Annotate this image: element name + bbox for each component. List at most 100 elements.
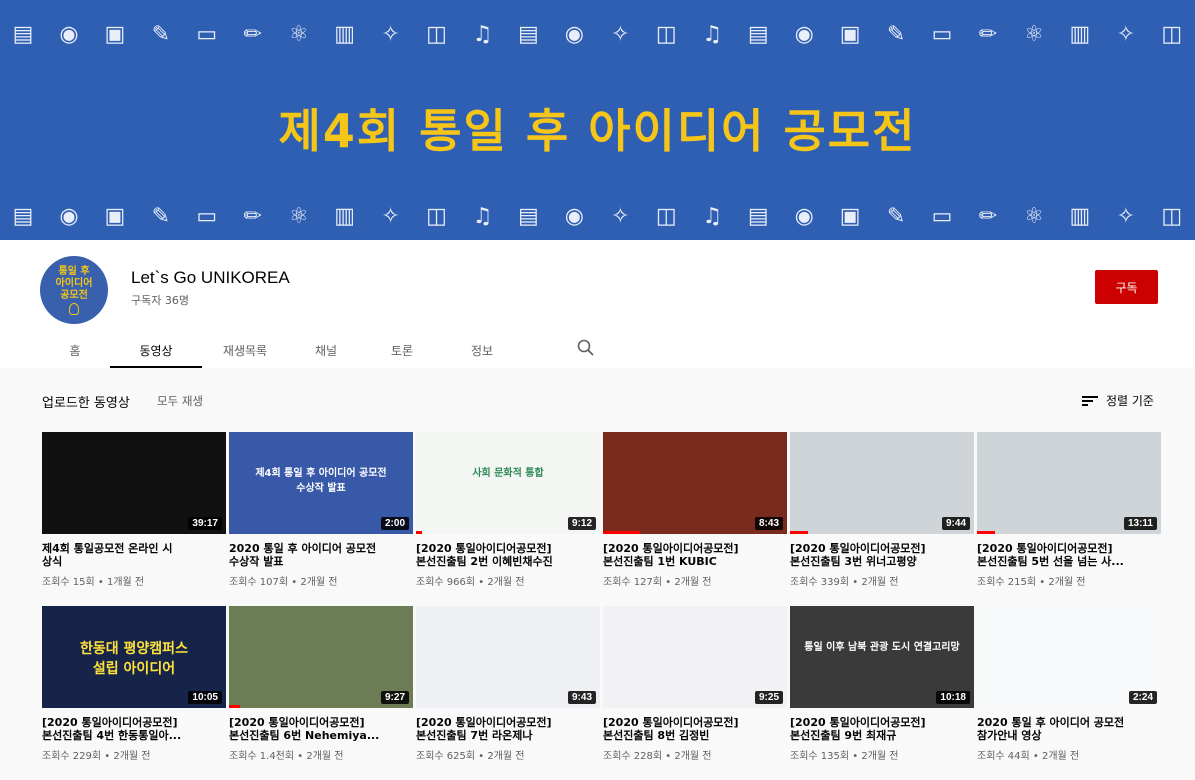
tab-4[interactable]: 토론 bbox=[364, 334, 440, 368]
video-meta: 조회수 15회 • 1개월 전 bbox=[42, 573, 226, 588]
video-title[interactable]: [2020 통일아이디어공모전] 본선진출팀 3번 위너고평양 bbox=[790, 542, 974, 568]
section-title: 업로드한 동영상 bbox=[42, 396, 130, 411]
video-duration: 2:24 bbox=[1128, 691, 1157, 704]
chart-search-icon: ◫ bbox=[426, 21, 447, 47]
pencil-icon: ✏ bbox=[243, 21, 262, 47]
channel-avatar[interactable]: 통일 후 아이디어 공모전 bbox=[40, 256, 108, 324]
video-card[interactable]: 13:11 [2020 통일아이디어공모전] 본선진출팀 5번 선을 넘는 사..… bbox=[977, 432, 1161, 588]
search-icon[interactable] bbox=[576, 338, 596, 358]
tab-0[interactable]: 홈 bbox=[40, 334, 110, 368]
video-thumbnail[interactable]: 사회 문화적 통합 9:12 bbox=[416, 432, 600, 534]
clipboard-icon: ▤ bbox=[12, 203, 34, 229]
video-title[interactable]: [2020 통일아이디어공모전] 본선진출팀 2번 이혜빈채수진 bbox=[416, 542, 600, 568]
lightbulb-icon: ✧ bbox=[1116, 203, 1136, 229]
pencil-icon: ✏ bbox=[243, 203, 262, 229]
watch-progress-bar bbox=[416, 531, 422, 534]
video-thumbnail[interactable]: 제4회 통일 후 아이디어 공모전 수상작 발표 2:00 bbox=[229, 432, 413, 534]
subscribe-button[interactable]: 구독 bbox=[1095, 270, 1158, 304]
banner-icon-row-bottom: ▤ ◉ ▣ ✎ ▭ ✏ ⚛ ▥ ✧ ◫ ♫ ▤ ◉ ✧ ◫ ♫ ▤ ◉ ▣ ✎ ▭ ✏ ⚛ ▥ ✧ ◫ bbox=[0, 196, 1195, 236]
meta-separator: • bbox=[849, 751, 862, 762]
video-card[interactable]: 통일 이후 남북 관광 도시 연결고리망 10:18 [2020 통일아이디어공모전… bbox=[790, 606, 974, 762]
palette-icon: ✎ bbox=[886, 203, 906, 229]
palette-icon: ✎ bbox=[151, 21, 171, 47]
video-duration: 10:18 bbox=[936, 691, 970, 704]
video-thumbnail[interactable]: 9:43 bbox=[416, 606, 600, 708]
subscriber-count: 구독자 36명 bbox=[131, 294, 189, 307]
upload-age: 2개월 전 bbox=[861, 751, 899, 762]
video-card[interactable]: 9:43 [2020 통일아이디어공모전] 본선진출팀 7번 라온제나조회수 62… bbox=[416, 606, 600, 762]
upload-age: 2개월 전 bbox=[487, 577, 525, 588]
video-title[interactable]: 제4회 통일공모전 온라인 시 상식 bbox=[42, 542, 226, 568]
music-icon: ♫ bbox=[702, 21, 723, 47]
music-icon: ♫ bbox=[472, 21, 493, 47]
video-card[interactable]: 제4회 통일 후 아이디어 공모전 수상작 발표 2:00 2020 통일 후 아이… bbox=[229, 432, 413, 588]
clipboard-icon: ▤ bbox=[518, 203, 539, 229]
video-thumbnail[interactable]: 39:17 bbox=[42, 432, 226, 534]
video-card[interactable]: 사회 문화적 통합 9:12 [2020 통일아이디어공모전] 본선진출팀 2번 이… bbox=[416, 432, 600, 588]
tab-5[interactable]: 정보 bbox=[440, 334, 524, 368]
video-thumbnail[interactable]: 9:27 bbox=[229, 606, 413, 708]
presentation-icon: ▭ bbox=[931, 21, 953, 47]
upload-age: 2개월 전 bbox=[487, 751, 525, 762]
tab-1[interactable]: 동영상 bbox=[110, 334, 202, 368]
thumbnail-text: 사회 문화적 통합 bbox=[472, 468, 544, 479]
clapper-icon: ▣ bbox=[104, 21, 126, 47]
atom-icon: ⚛ bbox=[288, 21, 309, 47]
meta-separator: • bbox=[475, 577, 488, 588]
video-card[interactable]: 9:44 [2020 통일아이디어공모전] 본선진출팀 3번 위너고평양 조회수 3… bbox=[790, 432, 974, 588]
video-thumbnail[interactable]: 13:11 bbox=[977, 432, 1161, 534]
meta-separator: • bbox=[1029, 751, 1042, 762]
video-title[interactable]: [2020 통일아이디어공모전] 본선진출팀 1번 KUBIC bbox=[603, 542, 787, 568]
video-card[interactable]: 9:27 [2020 통일아이디어공모전] 본선진출팀 6번 Nehemiya..… bbox=[229, 606, 413, 762]
upload-age: 2개월 전 bbox=[674, 577, 712, 588]
palette-icon: ✎ bbox=[886, 21, 906, 47]
video-meta: 조회수 966회 • 2개월 전 bbox=[416, 573, 600, 588]
video-title[interactable]: [2020 통일아이디어공모전] 본선진출팀 8번 김정빈 bbox=[603, 716, 787, 742]
watch-progress-bar bbox=[977, 531, 996, 534]
video-duration: 2:00 bbox=[380, 517, 409, 530]
video-title[interactable]: [2020 통일아이디어공모전] 본선진출팀 9번 최재규 bbox=[790, 716, 974, 742]
video-duration: 9:25 bbox=[754, 691, 783, 704]
video-card[interactable]: 2:24 2020 통일 후 아이디어 공모전 참가안내 영상 조회수 44회 • … bbox=[977, 606, 1161, 762]
globe-icon: ◉ bbox=[794, 203, 814, 229]
video-thumbnail[interactable]: 한동대 평양캠퍼스 설립 아이디어 10:05 bbox=[42, 606, 226, 708]
globe-icon: ◉ bbox=[794, 21, 814, 47]
video-title[interactable]: [2020 통일아이디어공모전] 본선진출팀 4번 한동통일아... bbox=[42, 716, 226, 742]
sort-button[interactable]: 정렬 기준 bbox=[1082, 392, 1154, 409]
view-count: 조회수 966회 bbox=[416, 577, 476, 588]
watch-progress-bar bbox=[603, 531, 640, 534]
video-meta: 조회수 625회 • 2개월 전 bbox=[416, 747, 600, 762]
video-thumbnail[interactable]: 9:44 bbox=[790, 432, 974, 534]
clipboard-icon: ▤ bbox=[518, 21, 539, 47]
video-title[interactable]: [2020 통일아이디어공모전] 본선진출팀 7번 라온제나 bbox=[416, 716, 600, 742]
globe-icon: ◉ bbox=[564, 203, 584, 229]
video-card[interactable]: 39:17 제4회 통일공모전 온라인 시 상식조회수 15회 • 1개월 전 bbox=[42, 432, 226, 588]
clapper-icon: ▣ bbox=[839, 203, 861, 229]
tab-3[interactable]: 채널 bbox=[288, 334, 364, 368]
play-all-link[interactable]: 모두 재생 bbox=[157, 393, 203, 409]
chart-search-icon: ◫ bbox=[1161, 21, 1183, 47]
video-card[interactable]: 한동대 평양캠퍼스 설립 아이디어 10:05 [2020 통일아이디어공모전] 본… bbox=[42, 606, 226, 762]
chart-search-icon: ◫ bbox=[655, 203, 677, 229]
atom-icon: ⚛ bbox=[288, 203, 309, 229]
atom-icon: ⚛ bbox=[1024, 203, 1044, 229]
video-thumbnail[interactable]: 8:43 bbox=[603, 432, 787, 534]
video-title[interactable]: [2020 통일아이디어공모전] 본선진출팀 5번 선을 넘는 사... bbox=[977, 542, 1161, 568]
video-title[interactable]: 2020 통일 후 아이디어 공모전 참가안내 영상 bbox=[977, 716, 1161, 742]
lightbulb-icon bbox=[69, 302, 79, 315]
video-thumbnail[interactable]: 통일 이후 남북 관광 도시 연결고리망 10:18 bbox=[790, 606, 974, 708]
video-title[interactable]: 2020 통일 후 아이디어 공모전 수상작 발표 bbox=[229, 542, 413, 568]
upload-age: 2개월 전 bbox=[306, 751, 344, 762]
video-card[interactable]: 9:25 [2020 통일아이디어공모전] 본선진출팀 8번 김정빈 조회수 228… bbox=[603, 606, 787, 762]
thumbnail-text: 통일 이후 남북 관광 도시 연결고리망 bbox=[804, 642, 960, 653]
sort-icon bbox=[1082, 395, 1098, 407]
video-title[interactable]: [2020 통일아이디어공모전] 본선진출팀 6번 Nehemiya... bbox=[229, 716, 413, 742]
lightbulb-icon: ✧ bbox=[381, 203, 400, 229]
video-meta: 조회수 1.4천회 • 2개월 전 bbox=[229, 747, 413, 762]
tab-2[interactable]: 재생목록 bbox=[202, 334, 288, 368]
video-card[interactable]: 8:43 [2020 통일아이디어공모전] 본선진출팀 1번 KUBIC 조회수 1… bbox=[603, 432, 787, 588]
music-icon: ♫ bbox=[472, 203, 493, 229]
video-thumbnail[interactable]: 2:24 bbox=[977, 606, 1161, 708]
meta-separator: • bbox=[94, 577, 107, 588]
video-thumbnail[interactable]: 9:25 bbox=[603, 606, 787, 708]
